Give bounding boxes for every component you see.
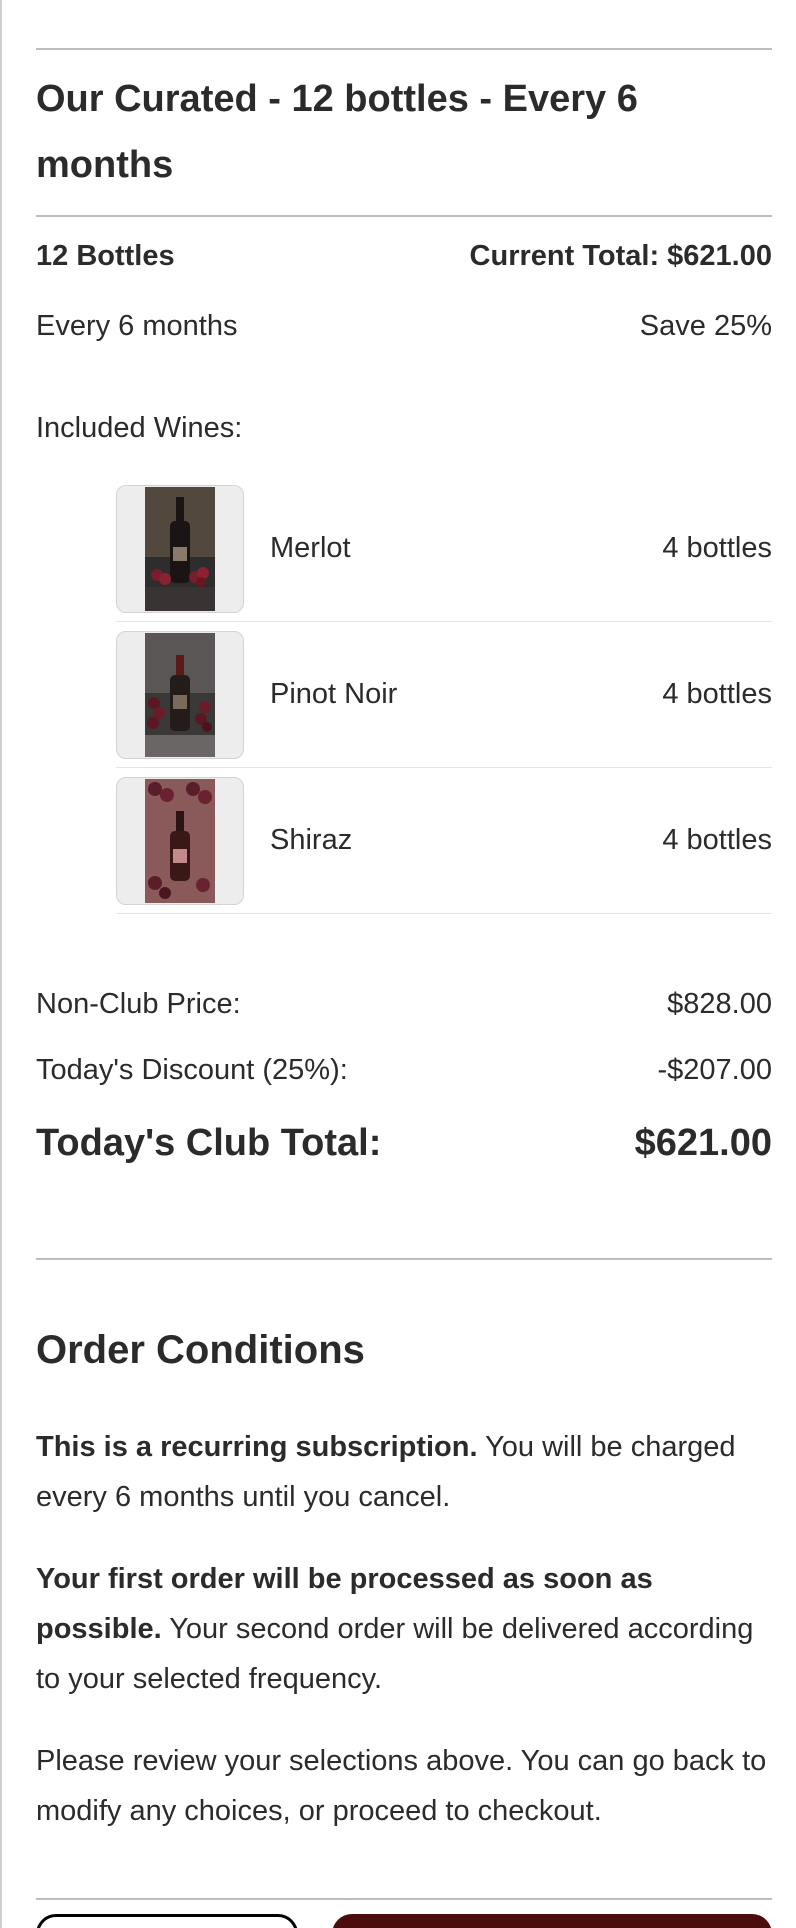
wine-bottle-icon — [145, 632, 215, 757]
review-notice: Please review your selections above. You… — [36, 1745, 767, 1827]
wine-name: Merlot — [270, 532, 351, 564]
discount-label: Today's Discount (25%): — [36, 1053, 348, 1086]
wine-item-shiraz: Shiraz 4 bottles — [116, 768, 772, 914]
savings-label: Save 25% — [639, 309, 772, 342]
current-total: Current Total: $621.00 — [469, 239, 772, 272]
frequency-label: Every 6 months — [36, 309, 238, 342]
club-total-row: Today's Club Total: $621.00 — [36, 1116, 772, 1170]
back-button[interactable] — [36, 1914, 298, 1928]
wine-name: Pinot Noir — [270, 678, 398, 710]
wine-quantity: 4 bottles — [662, 532, 772, 564]
recurring-notice-bold: This is a recurring subscription. — [36, 1431, 478, 1463]
top-divider — [36, 48, 772, 50]
title-divider — [36, 215, 772, 217]
plan-title: Our Curated - 12 bottles - Every 6 month… — [36, 78, 638, 186]
non-club-price-label: Non-Club Price: — [36, 987, 241, 1020]
included-wines-heading: Included Wines: — [36, 411, 243, 444]
plan-summary-row: 12 Bottles Current Total: $621.00 — [36, 236, 772, 276]
wine-bottle-image — [116, 630, 244, 759]
wine-item-merlot: Merlot 4 bottles — [116, 476, 772, 622]
wine-list: Merlot 4 bottles Pinot Noir 4 bottles Sh… — [116, 476, 772, 914]
wine-name: Shiraz — [270, 824, 353, 856]
wine-bottle-icon — [145, 778, 215, 903]
checkout-button[interactable] — [332, 1914, 772, 1928]
page-frame: Our Curated - 12 bottles - Every 6 month… — [0, 0, 796, 1928]
wine-quantity: 4 bottles — [662, 824, 772, 856]
included-wines-heading-row: Included Wines: — [36, 408, 772, 448]
non-club-price-row: Non-Club Price: $828.00 — [36, 984, 772, 1024]
wine-item-pinot-noir: Pinot Noir 4 bottles — [116, 622, 772, 768]
recurring-subscription-notice: This is a recurring subscription. You wi… — [36, 1422, 772, 1522]
wine-bottle-image — [116, 776, 244, 905]
order-conditions-title: Order Conditions — [36, 1328, 365, 1372]
footer-divider — [36, 1898, 772, 1900]
conditions-divider — [36, 1258, 772, 1260]
discount-row: Today's Discount (25%): -$207.00 — [36, 1050, 772, 1090]
wine-bottle-icon — [145, 486, 215, 611]
first-order-notice: Your first order will be processed as so… — [36, 1554, 772, 1704]
plan-frequency-row: Every 6 months Save 25% — [36, 306, 772, 346]
club-total-label: Today's Club Total: — [36, 1121, 382, 1164]
discount-value: -$207.00 — [657, 1053, 773, 1086]
wine-quantity: 4 bottles — [662, 678, 772, 710]
club-total-value: $621.00 — [634, 1121, 772, 1164]
wine-bottle-image — [116, 484, 244, 613]
bottles-count: 12 Bottles — [36, 239, 175, 272]
non-club-price-value: $828.00 — [667, 987, 772, 1020]
